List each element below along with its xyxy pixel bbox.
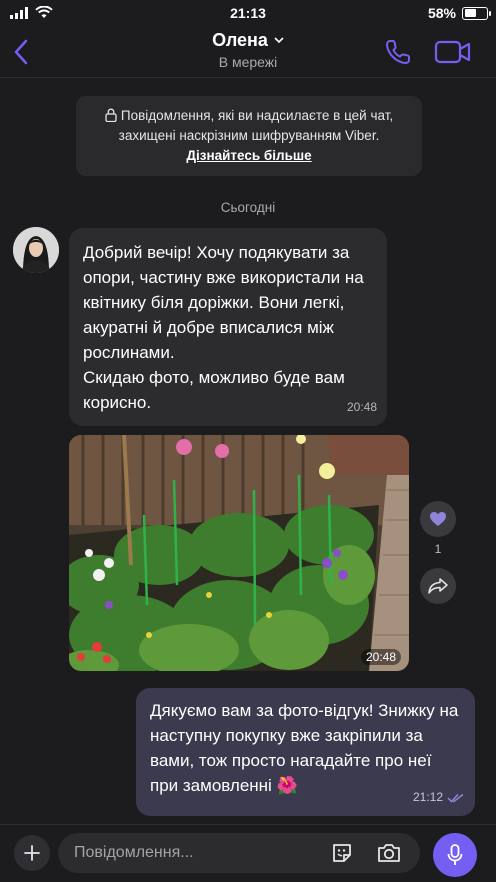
message-time: 20:48 bbox=[346, 400, 377, 414]
photo-time: 20:48 bbox=[360, 649, 401, 665]
contact-name: Олена bbox=[212, 30, 268, 50]
status-bar: 21:13 58% bbox=[0, 0, 496, 26]
chevron-down-icon bbox=[274, 37, 284, 44]
heart-icon bbox=[430, 512, 446, 526]
incoming-message[interactable]: Добрий вечір! Хочу подякувати за опори, … bbox=[69, 228, 387, 426]
encryption-notice: Повідомлення, які ви надсилаєте в цей ча… bbox=[76, 96, 422, 176]
like-button[interactable] bbox=[420, 501, 456, 537]
learn-more-link[interactable]: Дізнайтесь більше bbox=[76, 146, 422, 166]
share-button[interactable] bbox=[420, 568, 456, 604]
share-icon bbox=[428, 578, 448, 594]
avatar[interactable] bbox=[13, 227, 59, 273]
battery-icon bbox=[462, 6, 491, 20]
contact-name-button[interactable]: Олена bbox=[212, 30, 284, 51]
lock-icon bbox=[105, 108, 117, 122]
message-field[interactable] bbox=[58, 833, 420, 873]
sticker-icon[interactable] bbox=[330, 841, 354, 865]
outgoing-message[interactable]: Дякуємо вам за фото-відгук! Знижку на на… bbox=[136, 688, 475, 816]
message-time: 21:12 bbox=[412, 790, 443, 804]
message-text: Дякуємо вам за фото-відгук! Знижку на на… bbox=[150, 701, 459, 795]
photo-message[interactable]: 20:48 bbox=[69, 435, 409, 671]
phone-icon[interactable] bbox=[384, 38, 412, 66]
garden-photo bbox=[69, 435, 409, 671]
encryption-notice-text: Повідомлення, які ви надсилаєте в цей ча… bbox=[76, 106, 422, 146]
battery-percent: 58% bbox=[427, 5, 456, 21]
like-count: 1 bbox=[434, 542, 442, 556]
camera-icon[interactable] bbox=[376, 841, 402, 865]
contact-title: Олена В мережі bbox=[0, 30, 496, 70]
avatar-image bbox=[13, 227, 59, 273]
status-right: 58% bbox=[427, 5, 491, 21]
double-check-icon bbox=[447, 793, 464, 803]
plus-icon bbox=[24, 845, 40, 861]
chat-header: Олена В мережі bbox=[0, 26, 496, 78]
voice-message-button[interactable] bbox=[433, 833, 477, 877]
microphone-icon bbox=[447, 844, 463, 865]
message-text: Добрий вечір! Хочу подякувати за опори, … bbox=[83, 243, 364, 412]
video-camera-icon[interactable] bbox=[434, 39, 472, 65]
date-separator: Сьогодні bbox=[220, 200, 276, 215]
battery-level bbox=[464, 9, 477, 17]
attach-button[interactable] bbox=[14, 835, 50, 871]
status-time: 21:13 bbox=[230, 5, 266, 21]
contact-status: В мережі bbox=[218, 54, 278, 70]
message-input-bar bbox=[0, 824, 496, 882]
message-meta: 21:12 bbox=[413, 785, 465, 810]
message-input[interactable] bbox=[74, 833, 314, 873]
